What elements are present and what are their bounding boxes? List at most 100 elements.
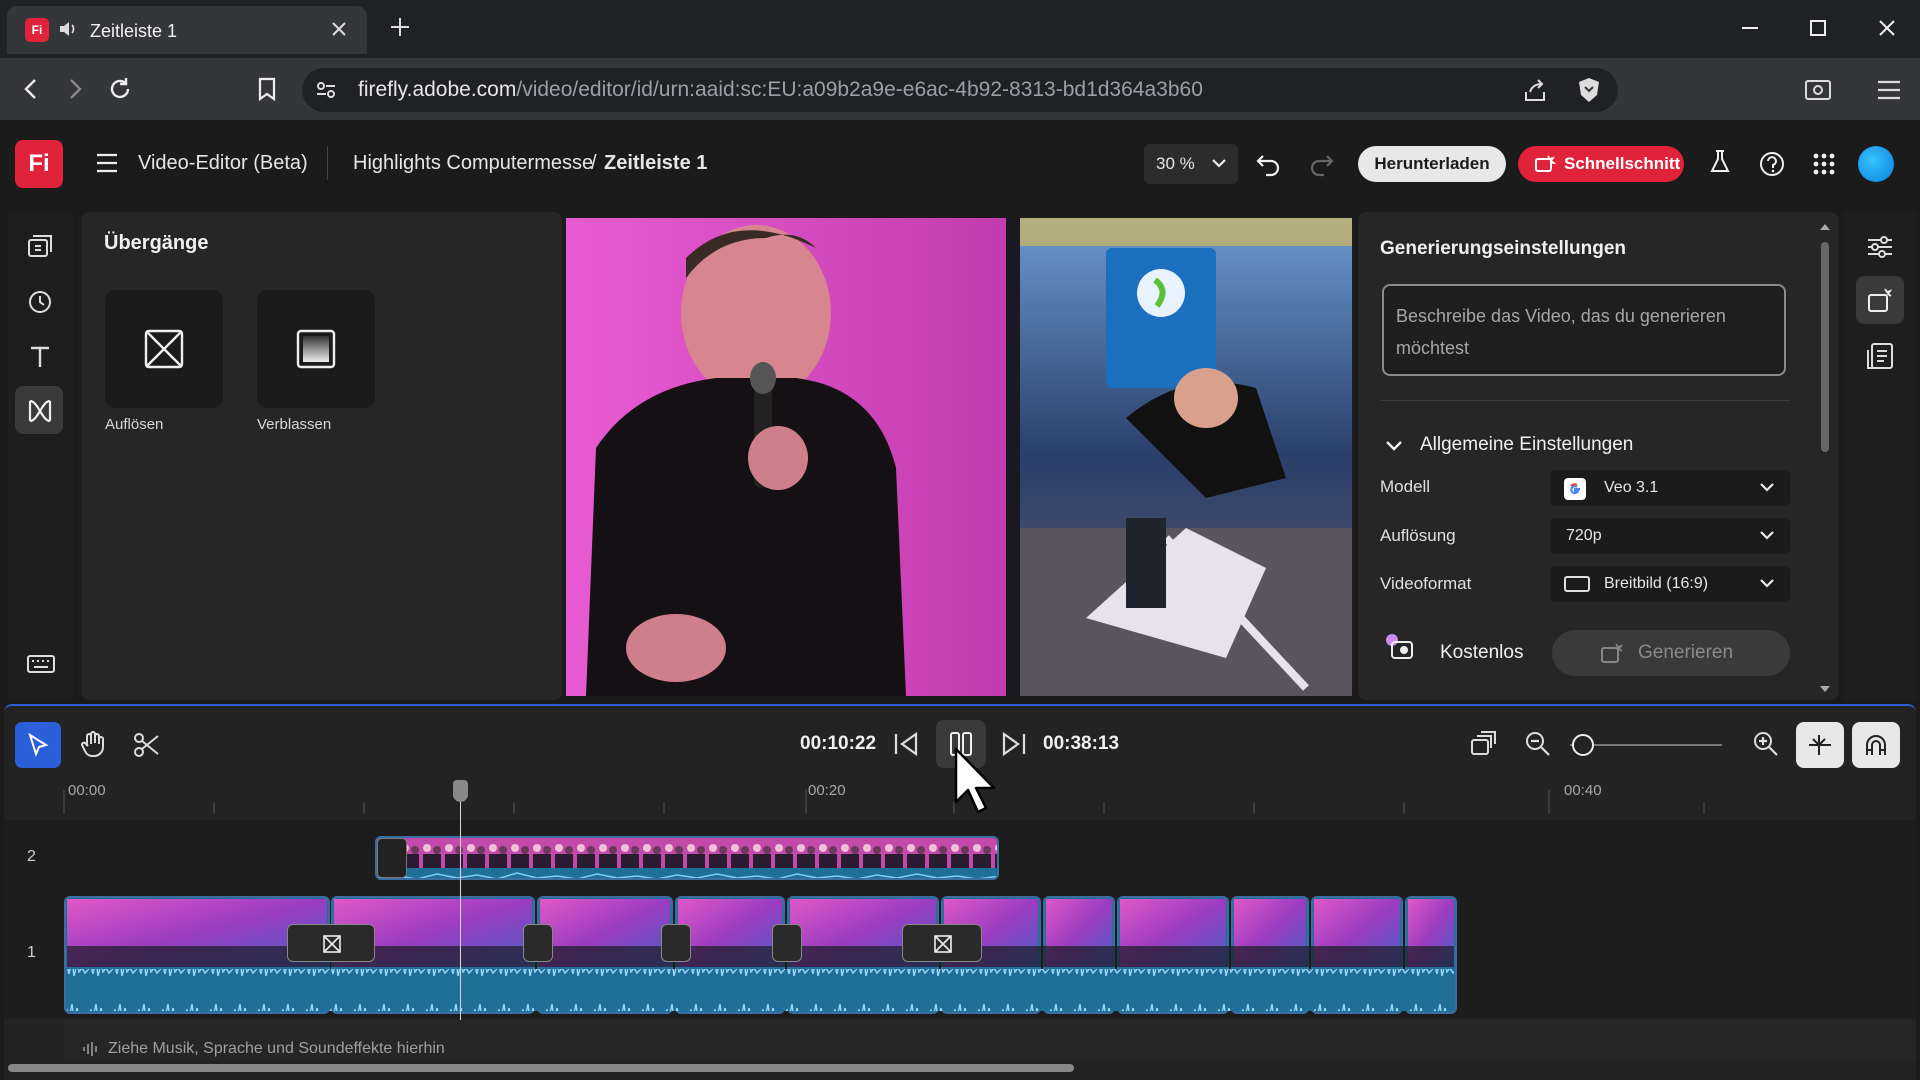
- share-icon[interactable]: [1522, 78, 1548, 104]
- site-settings-icon[interactable]: [315, 79, 337, 101]
- ruler-label: 00:20: [808, 782, 846, 799]
- breadcrumb-separator: /: [591, 152, 597, 174]
- clip-junction[interactable]: [523, 924, 553, 962]
- audio-drop-zone[interactable]: Ziehe Musik, Sprache und Soundeffekte hi…: [64, 1020, 1916, 1060]
- step-back-icon[interactable]: [892, 730, 922, 758]
- cut-tool-icon[interactable]: [132, 730, 162, 760]
- text-icon[interactable]: [15, 332, 63, 380]
- quickcut-button[interactable]: Schnellschnitt: [1518, 146, 1684, 182]
- project-name[interactable]: Highlights Computermesse: [353, 152, 593, 175]
- labs-flask-icon[interactable]: [1708, 148, 1732, 176]
- video-format-label: Videoformat: [1380, 574, 1472, 593]
- minimize-icon[interactable]: [1740, 18, 1760, 38]
- fade-icon: [296, 329, 336, 369]
- prompt-placeholder: Beschreibe das Video, das du generieren …: [1396, 306, 1726, 358]
- magnet-toggle[interactable]: [1852, 722, 1900, 768]
- drop-hint: Ziehe Musik, Sprache und Soundeffekte hi…: [108, 1040, 445, 1057]
- keyboard-shortcuts-icon[interactable]: [15, 640, 63, 688]
- reload-icon[interactable]: [106, 75, 134, 103]
- snapping-icon[interactable]: [1470, 730, 1500, 758]
- clip-junction[interactable]: [772, 924, 802, 962]
- maximize-icon[interactable]: [1808, 18, 1828, 38]
- zoom-slider-thumb[interactable]: [1572, 734, 1594, 756]
- generate-video-icon: [1868, 288, 1893, 312]
- sidebar-toggle-icon[interactable]: [1804, 78, 1832, 102]
- history-icon[interactable]: [15, 277, 63, 325]
- playhead-line: [460, 780, 461, 1056]
- captions-icon[interactable]: [1866, 342, 1894, 370]
- tab-title: Zeitleiste 1: [90, 21, 178, 41]
- model-select[interactable]: Veo 3.1: [1550, 470, 1790, 506]
- back-icon[interactable]: [18, 76, 44, 102]
- transition-marker-dissolve[interactable]: [902, 924, 982, 962]
- clip-junction[interactable]: [661, 924, 691, 962]
- new-tab-icon[interactable]: [388, 15, 412, 39]
- track2-clip[interactable]: [375, 836, 999, 880]
- zoom-out-icon[interactable]: [1524, 730, 1552, 758]
- download-button[interactable]: Herunterladen: [1358, 146, 1506, 182]
- video-format-select[interactable]: Breitbild (16:9): [1550, 566, 1790, 602]
- chevron-down-icon[interactable]: [1384, 438, 1404, 454]
- transitions-icon[interactable]: [15, 386, 63, 434]
- chevron-down-icon: [1760, 483, 1774, 492]
- apps-grid-icon[interactable]: [1812, 152, 1836, 176]
- section-divider: [1380, 400, 1790, 401]
- ripple-edit-toggle[interactable]: [1796, 722, 1844, 768]
- preview-frame: [566, 218, 1352, 696]
- forward-icon[interactable]: [62, 76, 88, 102]
- redo-icon[interactable]: [1306, 150, 1336, 178]
- video-format-value: Breitbild (16:9): [1604, 575, 1709, 592]
- url-text[interactable]: firefly.adobe.com/video/editor/id/urn:aa…: [358, 78, 1203, 102]
- generation-settings-panel: Generierungseinstellungen Beschreibe das…: [1358, 212, 1838, 700]
- browser-tab[interactable]: Fi Zeitleiste 1: [7, 6, 367, 54]
- chevron-down-icon: [1760, 579, 1774, 588]
- resolution-select[interactable]: 720p: [1550, 518, 1790, 554]
- track-label: 1: [27, 944, 36, 961]
- transition-fade-label: Verblassen: [257, 416, 332, 433]
- help-icon[interactable]: [1758, 150, 1786, 178]
- transition-marker-dissolve[interactable]: [287, 924, 375, 962]
- clip-handle[interactable]: [377, 838, 407, 878]
- browser-menu-icon[interactable]: [1876, 78, 1902, 102]
- model-value: Veo 3.1: [1604, 479, 1659, 496]
- ruler-label: 00:40: [1564, 782, 1602, 799]
- playhead-handle[interactable]: [453, 780, 468, 802]
- adjustments-icon[interactable]: [1866, 234, 1894, 260]
- magnet-icon: [1866, 735, 1886, 755]
- firefly-logo[interactable]: Fi: [15, 140, 63, 188]
- hamburger-menu-icon[interactable]: [95, 152, 119, 174]
- dissolve-icon: [144, 329, 184, 369]
- track-label: 2: [27, 848, 36, 865]
- prompt-textarea[interactable]: Beschreibe das Video, das du generieren …: [1382, 284, 1786, 376]
- zoom-select[interactable]: 30 %: [1144, 144, 1238, 184]
- resolution-value: 720p: [1566, 527, 1602, 544]
- timeline-scrollbar[interactable]: [8, 1064, 1074, 1072]
- video-preview[interactable]: [566, 218, 1352, 696]
- hand-tool-icon[interactable]: [80, 730, 108, 760]
- speaker-icon[interactable]: [57, 18, 79, 40]
- step-forward-icon[interactable]: [1000, 730, 1030, 758]
- user-avatar[interactable]: [1858, 146, 1894, 182]
- select-tool-icon[interactable]: [15, 722, 61, 768]
- generate-video-tab[interactable]: [1856, 276, 1904, 324]
- window-close-icon[interactable]: [1877, 18, 1897, 38]
- settings-scrollbar[interactable]: [1818, 220, 1832, 696]
- bookmark-icon[interactable]: [255, 76, 279, 102]
- media-icon[interactable]: [15, 222, 63, 270]
- general-settings-heading[interactable]: Allgemeine Einstellungen: [1420, 434, 1633, 456]
- panel-title: Übergänge: [104, 232, 209, 254]
- quickcut-icon: [1535, 155, 1556, 172]
- undo-icon[interactable]: [1254, 150, 1284, 178]
- credits-icon: [1386, 634, 1413, 659]
- close-tab-icon[interactable]: [329, 19, 349, 39]
- transition-fade[interactable]: [257, 290, 375, 408]
- firefly-favicon: Fi: [25, 18, 49, 42]
- generate-button[interactable]: Generieren: [1552, 630, 1790, 676]
- zoom-in-icon[interactable]: [1752, 730, 1780, 758]
- current-timecode: 00:10:22: [800, 733, 877, 754]
- timeline-name[interactable]: Zeitleiste 1: [604, 152, 707, 175]
- brave-shield-icon[interactable]: [1576, 76, 1602, 104]
- google-icon: [1564, 478, 1586, 500]
- transition-dissolve[interactable]: [105, 290, 223, 408]
- resolution-label: Auflösung: [1380, 526, 1456, 545]
